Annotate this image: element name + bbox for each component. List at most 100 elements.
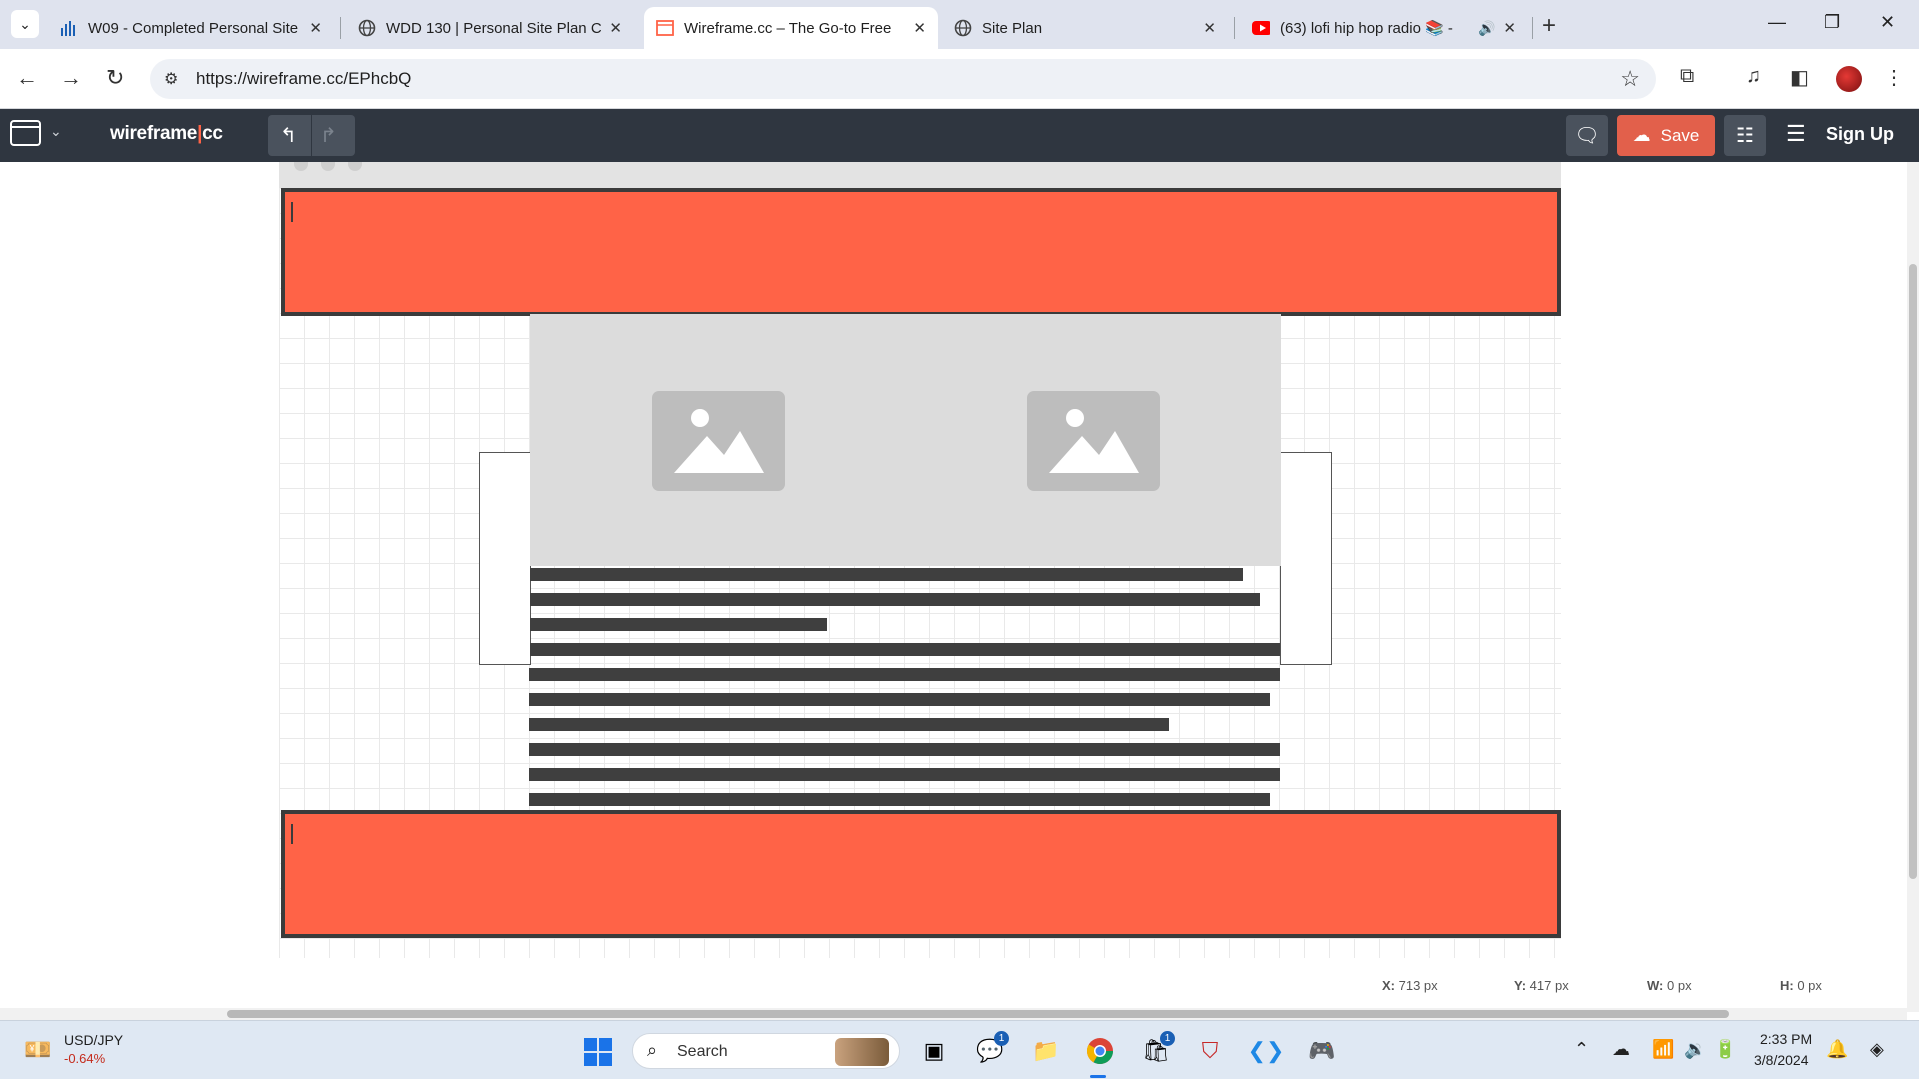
text-line[interactable] [530,593,1260,606]
task-view-icon[interactable]: ▣ [918,1035,950,1067]
onedrive-cloud-icon[interactable]: ☁ [1612,1039,1630,1060]
profile-avatar[interactable] [1836,66,1862,92]
hero-image-area[interactable] [530,314,1281,566]
battery-icon[interactable]: 🔋 [1714,1039,1736,1060]
text-line[interactable] [529,693,1270,706]
text-line[interactable] [529,793,1270,806]
new-tab-plus-icon[interactable]: + [1542,12,1556,40]
search-icon: ⌕ [647,1040,658,1060]
vertical-scrollbar[interactable] [1907,162,1919,1012]
y-value: 417 px [1529,978,1569,993]
search-label: Search [677,1043,728,1060]
speaker-icon[interactable]: 🔊 [1478,20,1495,37]
text-caret [291,202,293,222]
teams-chat-icon[interactable]: 💬 1 [974,1031,1009,1067]
windows-taskbar: 💴 USD/JPY -0.64% ⌕ Search ▣ 💬 1 📁 🛍 1 ⛉ ❮❯… [0,1020,1919,1079]
url-text[interactable]: https://wireframe.cc/EPhcbQ [196,69,411,89]
windows-start-icon[interactable] [584,1038,612,1066]
tab-title: Site Plan [982,19,1043,37]
browser-toolbar: ← → ↻ ⚙ https://wireframe.cc/EPhcbQ ☆ ⧉ … [0,49,1919,109]
w-label: W: [1647,978,1664,993]
image-placeholder-icon[interactable] [652,391,785,491]
file-explorer-icon[interactable]: 📁 [1030,1035,1062,1067]
sliders-icon: ☷ [1736,125,1754,147]
clock-time[interactable]: 2:33 PM [1760,1031,1812,1047]
sign-up-link[interactable]: Sign Up [1826,124,1894,145]
image-placeholder-icon[interactable] [1027,391,1160,491]
more-menu-icon[interactable]: ⋮ [1884,65,1904,90]
discord-icon[interactable]: 🎮 [1306,1035,1338,1067]
comment-button[interactable]: 🗨 [1566,115,1608,156]
close-icon[interactable]: ✕ [609,19,622,37]
tab-search-button[interactable]: ⌄ [11,10,39,38]
extensions-icon[interactable]: ⧉ [1680,65,1694,88]
close-icon[interactable]: ✕ [1203,19,1216,37]
scrollbar-thumb[interactable] [1909,264,1917,879]
window-close-icon[interactable]: ✕ [1880,12,1895,33]
tab-title: W09 - Completed Personal Site [88,19,299,37]
x-label: X: [1382,978,1395,993]
text-line[interactable] [530,568,1243,581]
undo-redo-group: ↰ ↱ [268,115,355,156]
site-settings-icon[interactable]: ⚙ [164,69,178,89]
close-icon[interactable]: ✕ [1503,19,1516,37]
tab-wireframe[interactable]: Wireframe.cc – The Go-to Free ✕ [644,7,938,49]
text-line[interactable] [529,743,1280,756]
settings-button[interactable]: ☷ [1724,115,1766,156]
minimize-icon[interactable]: — [1768,12,1786,33]
ticker-name[interactable]: USD/JPY [64,1032,123,1048]
wifi-icon[interactable]: 📶 [1652,1039,1674,1060]
reload-icon[interactable]: ↻ [106,65,124,91]
microsoft-store-icon[interactable]: 🛍 1 [1140,1031,1175,1067]
address-bar[interactable]: ⚙ https://wireframe.cc/EPhcbQ ☆ [150,59,1656,99]
text-line[interactable] [529,668,1280,681]
back-arrow-icon[interactable]: ← [16,65,38,91]
text-line[interactable] [530,643,1280,656]
tab-wdd130[interactable]: WDD 130 | Personal Site Plan C ✕ [346,7,634,49]
h-label: H: [1780,978,1794,993]
chevron-up-icon[interactable]: ⌃ [1574,1039,1589,1060]
left-side-box[interactable] [479,452,531,665]
taskbar-search[interactable]: ⌕ Search [632,1033,900,1069]
volume-icon[interactable]: 🔉 [1684,1039,1706,1060]
chrome-icon[interactable] [1084,1035,1116,1067]
notification-bell-icon[interactable]: 🔔 [1826,1039,1848,1060]
app-logo: wireframe|cc [110,123,223,145]
close-icon[interactable]: ✕ [913,19,926,37]
scrollbar-thumb[interactable] [227,1010,1729,1018]
restore-icon[interactable]: ❐ [1824,12,1840,33]
ticker-change[interactable]: -0.64% [64,1051,105,1066]
text-line[interactable] [529,718,1169,731]
browser-window-icon[interactable] [10,120,41,146]
side-panel-icon[interactable]: ◧ [1790,65,1809,90]
media-controls-icon[interactable]: ♫ [1746,65,1761,88]
text-line[interactable] [529,768,1280,781]
footer-block[interactable] [281,810,1561,938]
tab-lofi[interactable]: (63) lofi hip hop radio 📚 - 🔊 ✕ [1240,7,1528,49]
wireframe-icon [656,19,674,37]
vscode-icon[interactable]: ❮❯ [1248,1035,1285,1067]
undo-icon[interactable]: ↰ [280,123,297,148]
save-button[interactable]: ☁ Save [1617,115,1715,156]
tab-separator [1234,17,1235,39]
forward-arrow-icon[interactable]: → [60,65,82,91]
globe-icon [954,19,972,37]
header-block[interactable] [281,188,1561,316]
wireframe-canvas[interactable] [0,162,1900,1012]
tab-site-plan[interactable]: Site Plan ✕ [942,7,1228,49]
copilot-icon[interactable]: ◈ [1870,1039,1884,1060]
youtube-icon [1252,19,1270,37]
redo-icon[interactable]: ↱ [320,123,337,148]
text-line[interactable] [530,618,827,631]
hamburger-menu-icon[interactable]: ☰ [1786,121,1806,147]
clock-date[interactable]: 3/8/2024 [1754,1052,1809,1068]
mcafee-shield-icon[interactable]: ⛉ [1194,1035,1226,1067]
close-icon[interactable]: ✕ [309,19,322,37]
bookmark-star-icon[interactable]: ☆ [1620,66,1640,92]
right-side-box[interactable] [1280,452,1332,665]
currency-widget-icon[interactable]: 💴 [24,1037,51,1063]
tab-title: WDD 130 | Personal Site Plan C [386,19,602,37]
horizontal-scrollbar[interactable] [0,1008,1907,1020]
tab-w09[interactable]: W09 - Completed Personal Site ✕ [48,7,334,49]
chevron-down-icon[interactable]: ⌄ [50,123,62,140]
